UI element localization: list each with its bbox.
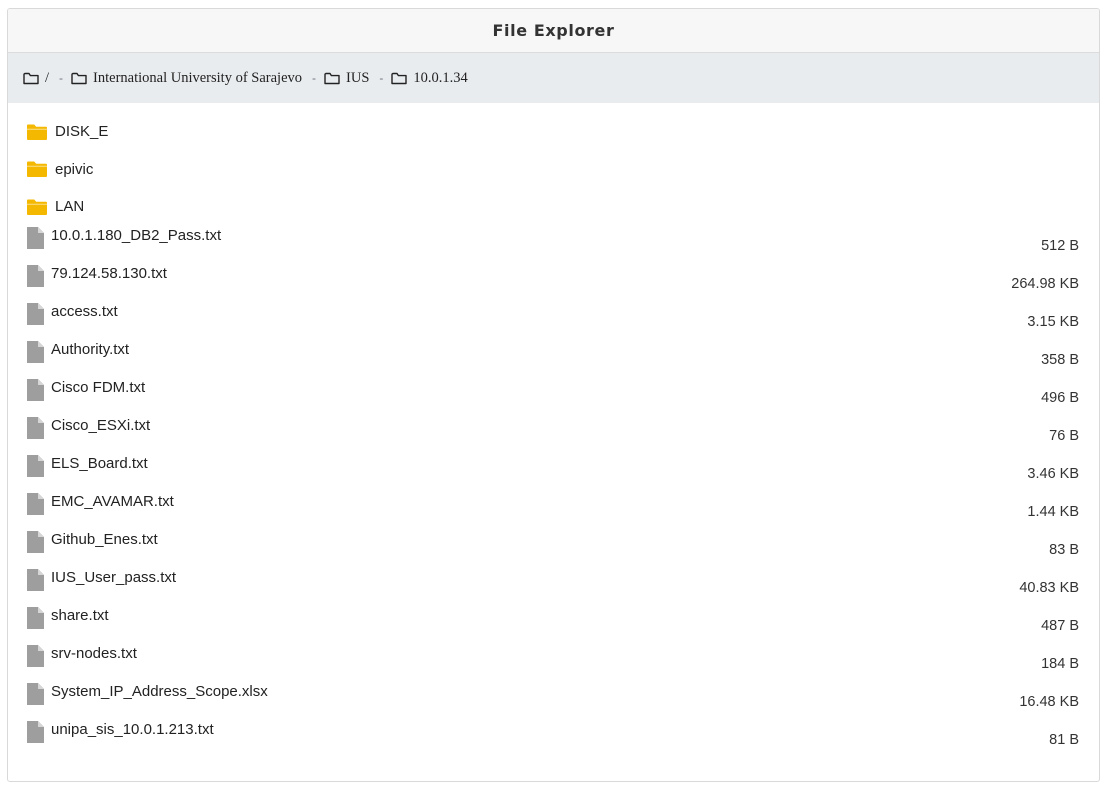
file-size: 487 B — [1041, 617, 1079, 634]
file-explorer-panel: File Explorer / - International Universi… — [7, 8, 1100, 782]
folder-item[interactable]: LAN — [8, 188, 1099, 226]
file-item[interactable]: IUS_User_pass.txt 40.83 KB — [8, 568, 1099, 606]
file-name: unipa_sis_10.0.1.213.txt — [51, 720, 214, 738]
file-name: Cisco_ESXi.txt — [51, 416, 151, 434]
breadcrumb-ius[interactable]: IUS — [324, 70, 369, 87]
file-size: 184 B — [1041, 655, 1079, 672]
breadcrumb-label: IUS — [346, 69, 370, 86]
file-icon — [27, 606, 44, 629]
file-item[interactable]: share.txt 487 B — [8, 606, 1099, 644]
folder-icon — [27, 161, 47, 178]
file-size: 3.46 KB — [1027, 465, 1079, 482]
folder-list: DISK_E epivic LAN — [8, 113, 1099, 226]
file-item[interactable]: ELS_Board.txt 3.46 KB — [8, 454, 1099, 492]
file-item[interactable]: access.txt 3.15 KB — [8, 302, 1099, 340]
file-size: 496 B — [1041, 389, 1079, 406]
file-item[interactable]: Cisco FDM.txt 496 B — [8, 378, 1099, 416]
file-size: 40.83 KB — [1019, 579, 1079, 596]
file-name: access.txt — [51, 302, 118, 320]
folder-outline-icon — [324, 72, 340, 84]
file-item[interactable]: unipa_sis_10.0.1.213.txt 81 B — [8, 720, 1099, 758]
file-list: 10.0.1.180_DB2_Pass.txt 512 B 79.124.58.… — [8, 226, 1099, 758]
file-name: Cisco FDM.txt — [51, 378, 146, 396]
breadcrumb-label: International University of Sarajevo — [93, 69, 303, 86]
file-name: Github_Enes.txt — [51, 530, 158, 548]
breadcrumb-university[interactable]: International University of Sarajevo — [71, 70, 302, 87]
file-name: System_IP_Address_Scope.xlsx — [51, 682, 268, 700]
file-icon — [27, 530, 44, 553]
file-name: share.txt — [51, 606, 109, 624]
file-size: 512 B — [1041, 237, 1079, 254]
file-name: 79.124.58.130.txt — [51, 264, 167, 282]
file-icon — [27, 340, 44, 363]
file-icon — [27, 454, 44, 477]
file-item[interactable]: srv-nodes.txt 184 B — [8, 644, 1099, 682]
file-item[interactable]: Authority.txt 358 B — [8, 340, 1099, 378]
file-size: 81 B — [1049, 731, 1079, 748]
file-icon — [27, 492, 44, 515]
file-name: ELS_Board.txt — [51, 454, 148, 472]
file-name: srv-nodes.txt — [51, 644, 137, 662]
file-icon — [27, 378, 44, 401]
folder-name: LAN — [55, 198, 85, 216]
file-size: 16.48 KB — [1019, 693, 1079, 710]
breadcrumb-label: 10.0.1.34 — [413, 69, 468, 86]
file-icon — [27, 264, 44, 287]
folder-item[interactable]: DISK_E — [8, 113, 1099, 151]
breadcrumb: / - International University of Sarajevo… — [8, 53, 1099, 103]
file-icon — [27, 682, 44, 705]
file-item[interactable]: 10.0.1.180_DB2_Pass.txt 512 B — [8, 226, 1099, 264]
file-item[interactable]: System_IP_Address_Scope.xlsx 16.48 KB — [8, 682, 1099, 720]
file-size: 358 B — [1041, 351, 1079, 368]
folder-outline-icon — [391, 72, 408, 84]
file-size: 1.44 KB — [1027, 503, 1079, 520]
file-name: IUS_User_pass.txt — [51, 568, 177, 586]
page-title: File Explorer — [492, 21, 615, 40]
breadcrumb-current[interactable]: 10.0.1.34 — [391, 69, 468, 87]
file-item[interactable]: Github_Enes.txt 83 B — [8, 530, 1099, 568]
folder-name: epivic — [55, 160, 94, 178]
folder-outline-icon — [71, 72, 87, 84]
breadcrumb-separator: - — [312, 71, 317, 85]
breadcrumb-root[interactable]: / — [23, 70, 49, 87]
breadcrumb-separator: - — [379, 71, 384, 85]
folder-icon — [27, 124, 47, 140]
file-listing: DISK_E epivic LAN 10.0.1.180_DB2_Pass.tx… — [8, 103, 1099, 758]
file-size: 264.98 KB — [1011, 275, 1079, 292]
file-name: Authority.txt — [51, 340, 130, 358]
file-name: 10.0.1.180_DB2_Pass.txt — [51, 226, 222, 244]
breadcrumb-separator: - — [59, 71, 64, 85]
file-name: EMC_AVAMAR.txt — [51, 492, 174, 510]
file-icon — [27, 416, 44, 439]
file-item[interactable]: 79.124.58.130.txt 264.98 KB — [8, 264, 1099, 302]
file-size: 3.15 KB — [1027, 313, 1079, 330]
file-size: 83 B — [1049, 541, 1079, 558]
file-icon — [27, 568, 44, 591]
file-icon — [27, 302, 44, 325]
panel-header: File Explorer — [8, 9, 1099, 53]
folder-icon — [27, 199, 47, 215]
file-icon — [27, 720, 44, 743]
file-icon — [27, 644, 44, 667]
folder-outline-icon — [23, 72, 39, 84]
file-item[interactable]: Cisco_ESXi.txt 76 B — [8, 416, 1099, 454]
file-item[interactable]: EMC_AVAMAR.txt 1.44 KB — [8, 492, 1099, 530]
file-icon — [27, 226, 44, 249]
folder-item[interactable]: epivic — [8, 151, 1099, 189]
breadcrumb-label: / — [45, 69, 50, 86]
file-size: 76 B — [1049, 427, 1079, 444]
folder-name: DISK_E — [55, 123, 109, 141]
